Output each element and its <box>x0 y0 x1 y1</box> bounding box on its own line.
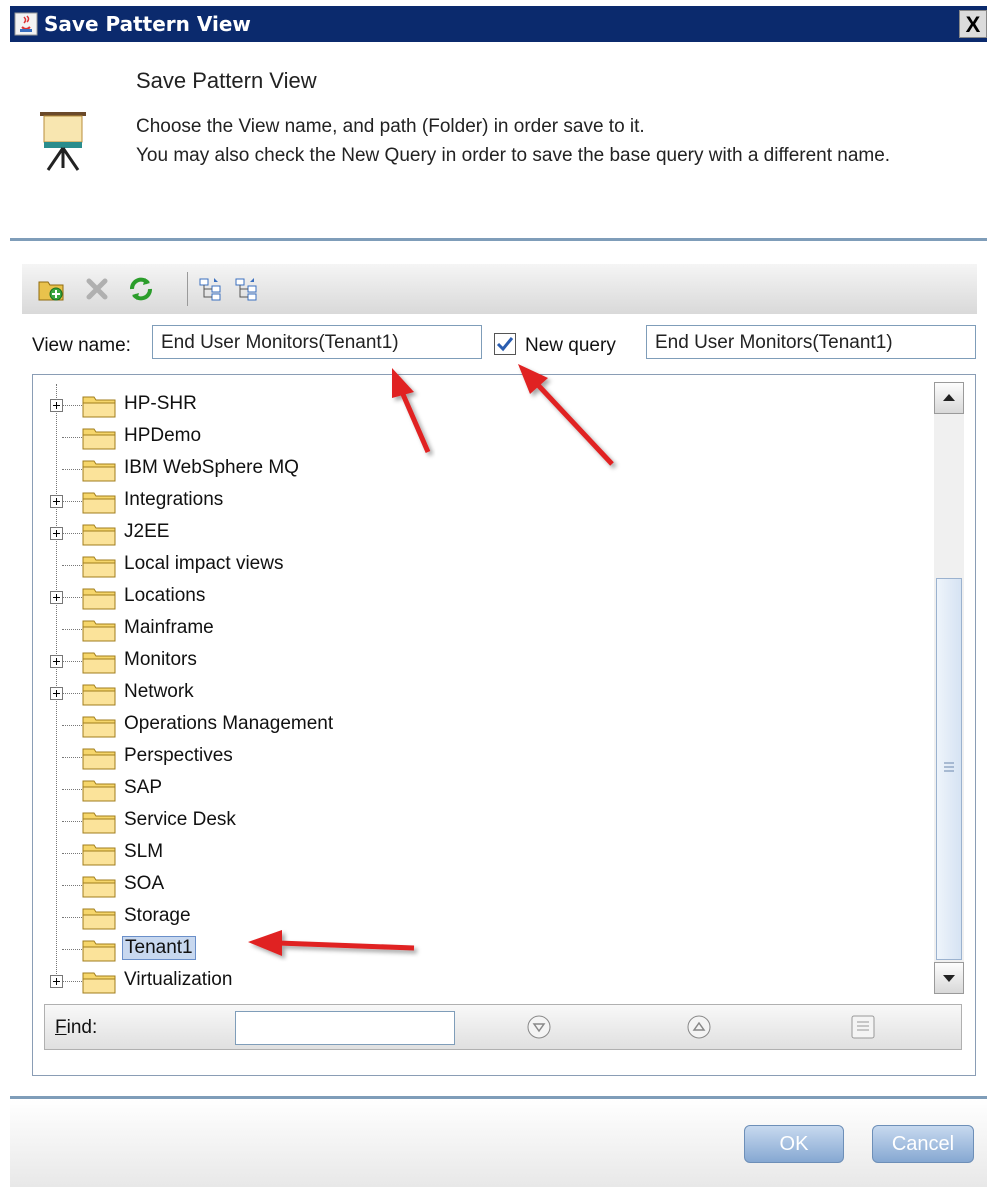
save-pattern-view-dialog: Save Pattern View X Save Pattern View Ch… <box>0 0 987 1187</box>
annotation-arrow-new-query <box>518 364 614 466</box>
annotation-arrow-tenant1 <box>248 930 415 956</box>
annotation-arrow-view-name <box>392 368 431 453</box>
annotation-arrows <box>248 364 614 956</box>
